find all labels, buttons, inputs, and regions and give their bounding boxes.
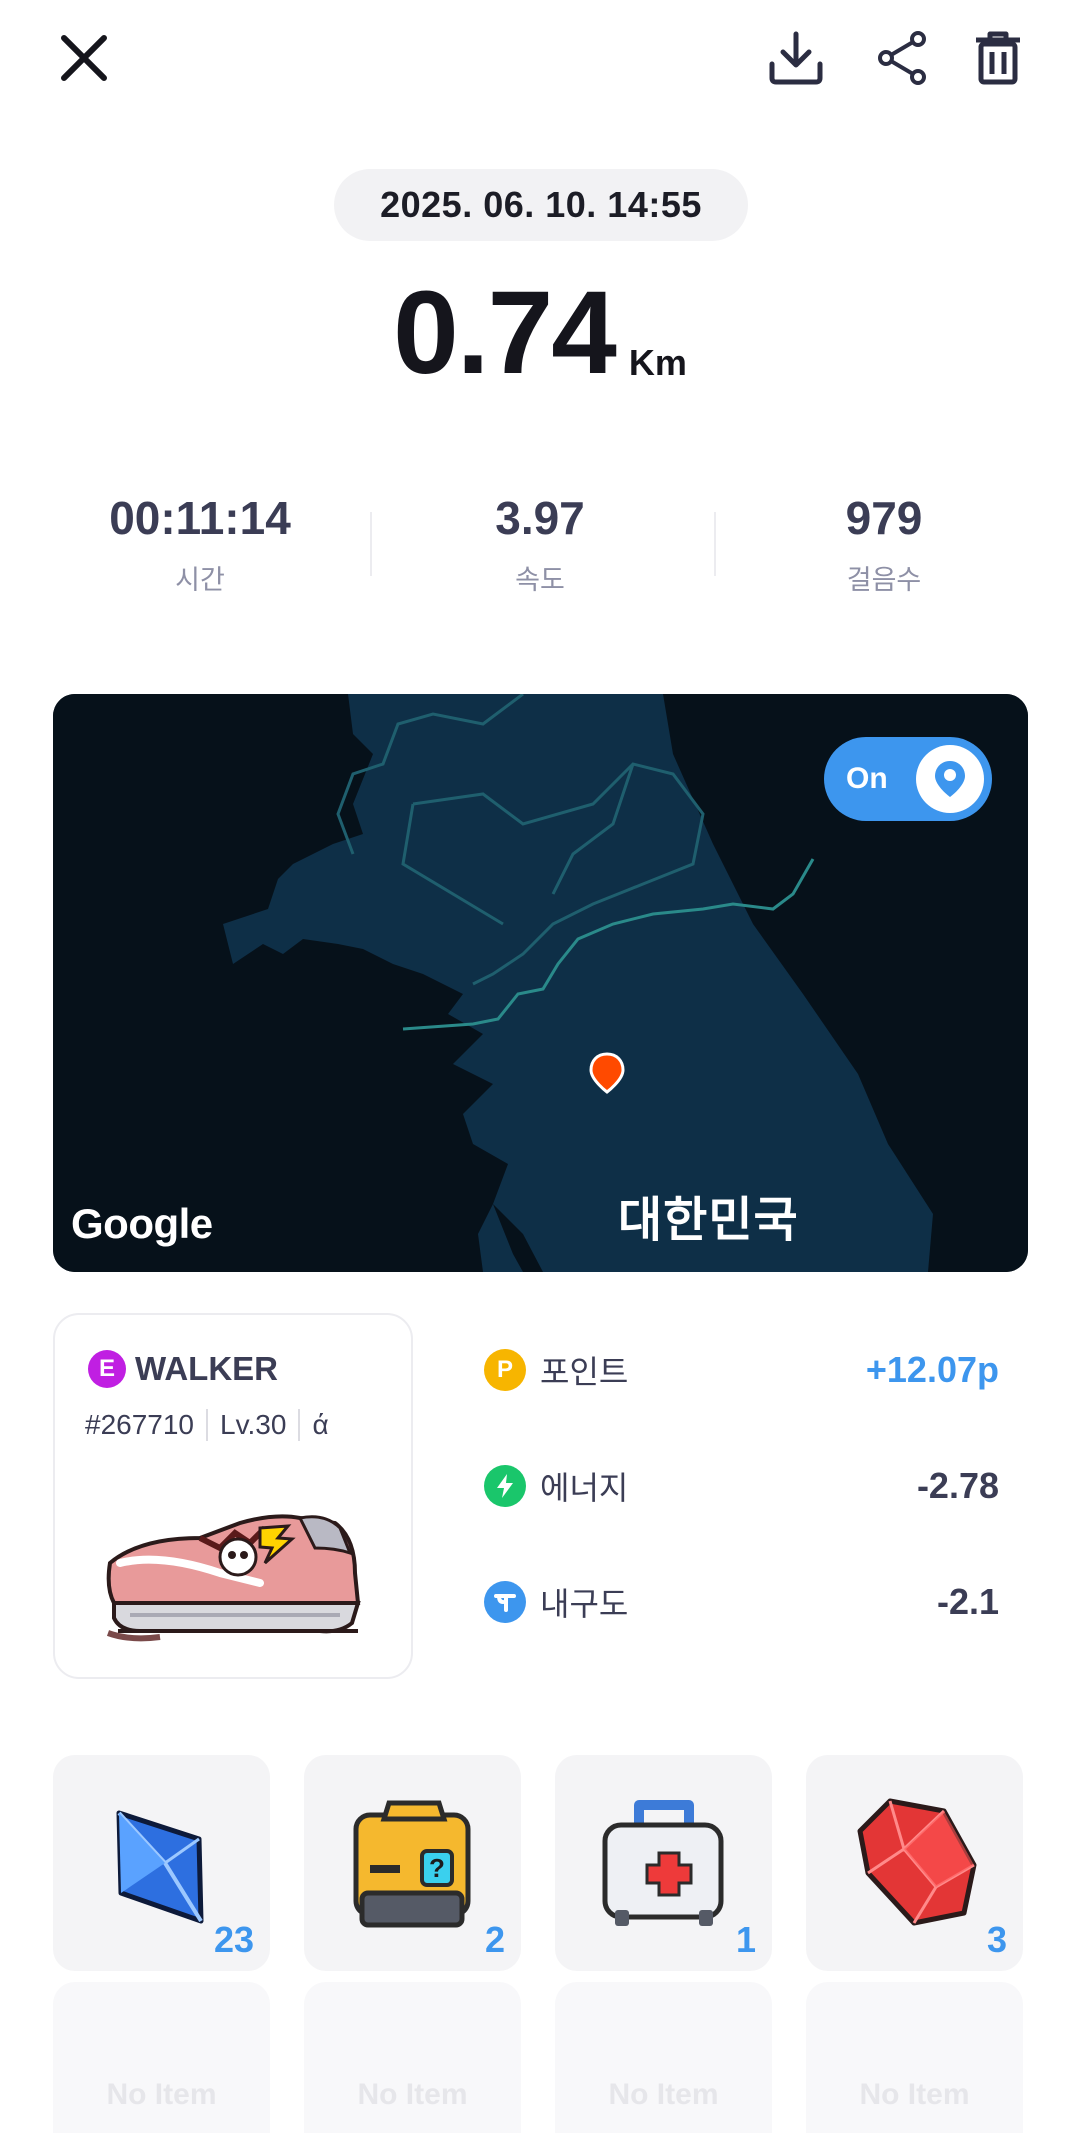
sneaker-type: WALKER [135,1350,278,1387]
download-icon[interactable] [760,22,832,94]
activity-stats: 00:11:14 시간 3.97 속도 979 걸음수 [0,490,1080,610]
distance-value: 0.74 [393,267,617,399]
stat-steps-value: 979 [845,492,923,544]
location-toggle[interactable]: On [824,737,992,821]
distance-display: 0.74 Km [0,262,1080,392]
item-slot-empty: No Item [53,1982,270,2133]
empty-label: No Item [106,2078,217,2111]
sneaker-meta: #267710 Lv.30 ά [85,1407,329,1443]
stat-time-label: 시간 [175,565,225,595]
distance-unit: Km [628,342,687,383]
reward-label: 포인트 [540,1354,629,1390]
stat-steps: 979 걸음수 [714,490,1054,597]
empty-label: No Item [608,2078,719,2111]
reward-label: 내구도 [540,1586,629,1622]
reward-label: 에너지 [540,1470,629,1506]
reward-row-point: P 포인트 +12.07p [484,1340,999,1400]
sneaker-id: #267710 [85,1409,195,1440]
rarity-badge: E [88,1350,126,1388]
activity-date: 2025. 06. 10. 14:55 [334,169,748,241]
item-slot-mystery-box[interactable]: ? 2 [304,1755,521,1971]
point-icon: P [484,1349,526,1391]
svg-text:?: ? [429,1853,445,1883]
item-slot-repair-kit[interactable]: 1 [555,1755,772,1971]
map-country-label: 대한민국 [618,1194,799,1247]
sneaker-card[interactable]: E WALKER #267710 Lv.30 ά [53,1313,413,1679]
stat-speed-label: 속도 [515,565,565,595]
activity-detail-page: 2025. 06. 10. 14:55 0.74 Km 00:11:14 시간 … [0,0,1080,2133]
reward-value: +12.07p [865,1349,999,1390]
toggle-label: On [846,762,888,795]
mint-glyph: ά [312,1409,329,1440]
empty-label: No Item [357,2078,468,2111]
item-count: 23 [213,1919,254,1960]
reward-row-durability: 내구도 -2.1 [484,1572,999,1632]
google-attribution: Google [71,1200,213,1247]
item-count: 2 [484,1919,505,1960]
item-slot-empty: No Item [806,1982,1023,2133]
stat-speed: 3.97 속도 [370,490,710,597]
item-slot-red-gem[interactable]: 3 [806,1755,1023,1971]
meta-divider [298,1409,301,1441]
close-icon[interactable] [48,22,120,94]
trash-icon[interactable] [962,22,1034,94]
item-slot-empty: No Item [555,1982,772,2133]
reward-value: -2.1 [936,1581,999,1622]
energy-icon [484,1465,526,1507]
sneaker-level: Lv.30 [220,1409,287,1440]
stat-speed-value: 3.97 [495,492,585,544]
item-slot-blue-crystal[interactable]: 23 [53,1755,270,1971]
stat-time: 00:11:14 시간 [30,490,370,597]
stat-steps-label: 걸음수 [846,565,922,595]
empty-label: No Item [859,2078,970,2111]
item-count: 1 [735,1919,756,1960]
meta-divider [206,1409,209,1441]
sneaker-image [106,1514,361,1642]
reward-row-energy: 에너지 -2.78 [484,1456,999,1516]
share-icon[interactable] [866,22,938,94]
location-marker-icon [916,745,984,813]
item-count: 3 [986,1919,1007,1960]
route-map[interactable]: 대한민국 Google On [53,694,1028,1272]
item-slot-empty: No Item [304,1982,521,2133]
durability-icon [484,1581,526,1623]
stat-time-value: 00:11:14 [109,492,291,544]
reward-value: -2.78 [916,1465,999,1506]
location-pin-icon [589,1052,625,1094]
